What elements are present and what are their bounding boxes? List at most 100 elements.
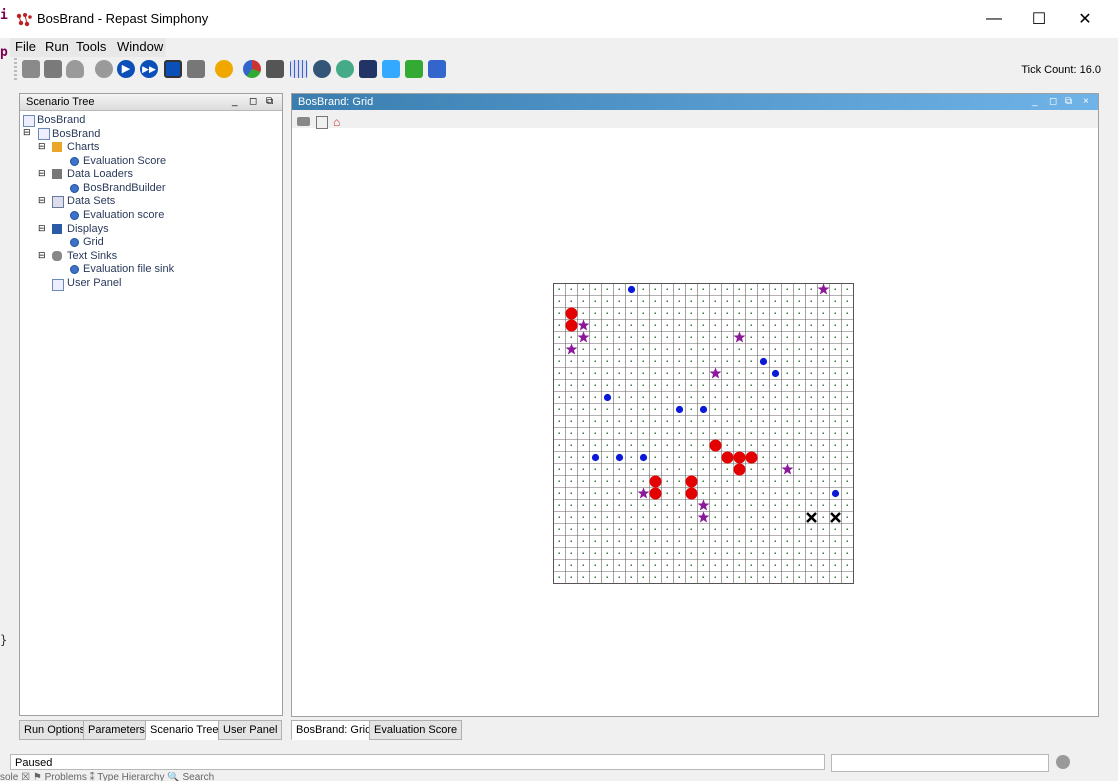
grid-canvas[interactable]: [553, 283, 854, 584]
menu-window[interactable]: Window: [117, 39, 163, 54]
user-icon[interactable]: [336, 60, 354, 78]
image-icon[interactable]: [405, 60, 423, 78]
stop-icon[interactable]: [164, 60, 182, 78]
minimize-button[interactable]: —: [971, 0, 1017, 38]
grid-cell-dot: [750, 312, 752, 314]
grid-cell-dot: [750, 408, 752, 410]
reset-icon[interactable]: [187, 60, 205, 78]
tree-item-evaluation-score[interactable]: Evaluation Score: [83, 155, 166, 167]
tab-scenario-tree[interactable]: Scenario Tree: [145, 720, 224, 740]
grid-cell-dot: [606, 480, 608, 482]
grid-cell-dot: [606, 540, 608, 542]
tree-item-bosbrand[interactable]: BosBrand: [52, 128, 100, 140]
model-icon[interactable]: [359, 60, 377, 78]
grid-cell-dot: [618, 480, 620, 482]
tree-item-evaluation-score-set[interactable]: Evaluation score: [83, 209, 164, 221]
minimize-icon[interactable]: _: [232, 94, 238, 110]
tree-item-root[interactable]: BosBrand: [37, 114, 85, 126]
grid-cell-dot: [762, 564, 764, 566]
collapse-icon[interactable]: ⊟: [38, 196, 48, 206]
tree-item-text-sinks[interactable]: Text Sinks: [67, 250, 117, 262]
grid-cell-dot: [570, 576, 572, 578]
grid-icon[interactable]: [428, 60, 446, 78]
grid-cell-dot: [690, 300, 692, 302]
menu-tools[interactable]: Tools: [76, 39, 106, 54]
grid-cell-dot: [846, 540, 848, 542]
grid-cell-dot: [642, 372, 644, 374]
error-icon[interactable]: [1056, 755, 1070, 769]
restore-icon[interactable]: ⧉: [1065, 94, 1072, 110]
collapse-icon[interactable]: ⊟: [23, 128, 33, 138]
grid-cell-dot: [750, 336, 752, 338]
tree-item-evaluation-file-sink[interactable]: Evaluation file sink: [83, 263, 174, 275]
tree-item-grid[interactable]: Grid: [83, 236, 104, 248]
grid-cell-dot: [798, 456, 800, 458]
batch-icon[interactable]: [215, 60, 233, 78]
tree-item-data-loaders[interactable]: Data Loaders: [67, 168, 133, 180]
grid-cell-dot: [618, 336, 620, 338]
grid-cell-dot: [762, 408, 764, 410]
tree-item-bosbrandbuilder[interactable]: BosBrandBuilder: [83, 182, 166, 194]
grid-cell-dot: [762, 384, 764, 386]
maximize-icon: ☐: [1031, 11, 1047, 28]
maximize-button[interactable]: ☐: [1016, 0, 1062, 38]
collapse-icon[interactable]: ⊟: [38, 224, 48, 234]
start-icon[interactable]: ▶: [117, 60, 135, 78]
grid-cell-dot: [822, 384, 824, 386]
collapse-icon[interactable]: ⊟: [38, 169, 48, 179]
menu-run[interactable]: Run: [45, 39, 69, 54]
grid-cell-dot: [690, 432, 692, 434]
leaf-dot-icon: [70, 265, 79, 274]
grid-cell-dot: [774, 420, 776, 422]
pie-chart-icon[interactable]: [243, 60, 261, 78]
grid-cell-dot: [702, 576, 704, 578]
grid-cell-dot: [582, 288, 584, 290]
grid-cell-dot: [810, 480, 812, 482]
menu-file[interactable]: File: [15, 39, 36, 54]
maximize-icon[interactable]: ◻: [1049, 94, 1057, 110]
tab-user-panel[interactable]: User Panel: [218, 720, 283, 740]
grid-cell-dot: [678, 504, 680, 506]
tree-item-user-panel[interactable]: User Panel: [67, 277, 121, 289]
grid-cell-dot: [774, 528, 776, 530]
editor-fragment: p: [0, 45, 8, 60]
camera-icon[interactable]: [297, 117, 310, 126]
database-icon[interactable]: [66, 60, 84, 78]
step-icon[interactable]: ▶▶: [140, 60, 158, 78]
maximize-icon[interactable]: ◻: [249, 94, 257, 110]
collapse-icon[interactable]: ⊟: [38, 142, 48, 152]
grid-cell-dot: [750, 420, 752, 422]
tree-item-displays[interactable]: Displays: [67, 223, 109, 235]
grid-cell-dot: [606, 300, 608, 302]
grid-cell-dot: [630, 420, 632, 422]
export-icon[interactable]: [266, 60, 284, 78]
close-icon[interactable]: ×: [1083, 94, 1089, 110]
grid-cell-dot: [726, 528, 728, 530]
grid-cell-dot: [594, 492, 596, 494]
initialize-icon[interactable]: [95, 60, 113, 78]
tab-run-options[interactable]: Run Options: [19, 720, 91, 740]
grid-cell-dot: [798, 516, 800, 518]
search-icon[interactable]: [382, 60, 400, 78]
table-icon[interactable]: [290, 60, 308, 78]
collapse-icon[interactable]: ⊟: [38, 251, 48, 261]
grid-cell-dot: [738, 384, 740, 386]
tab-grid[interactable]: BosBrand: Grid: [291, 720, 377, 740]
minimize-icon[interactable]: _: [1032, 94, 1038, 110]
grid-cell-dot: [714, 552, 716, 554]
home-icon[interactable]: ⌂: [333, 115, 340, 129]
load-icon[interactable]: [22, 60, 40, 78]
layers-icon[interactable]: [316, 116, 328, 129]
db-icon[interactable]: [313, 60, 331, 78]
save-icon[interactable]: [44, 60, 62, 78]
tree-item-data-sets[interactable]: Data Sets: [67, 195, 115, 207]
tab-parameters[interactable]: Parameters: [83, 720, 150, 740]
grid-cell-dot: [678, 492, 680, 494]
tree-item-charts[interactable]: Charts: [67, 141, 99, 153]
close-button[interactable]: ✕: [1062, 0, 1108, 38]
grid-cell-dot: [762, 432, 764, 434]
grid-cell-dot: [822, 420, 824, 422]
toolbar-grip[interactable]: [14, 58, 17, 80]
restore-icon[interactable]: ⧉: [266, 94, 273, 110]
tab-evaluation-score[interactable]: Evaluation Score: [369, 720, 463, 740]
